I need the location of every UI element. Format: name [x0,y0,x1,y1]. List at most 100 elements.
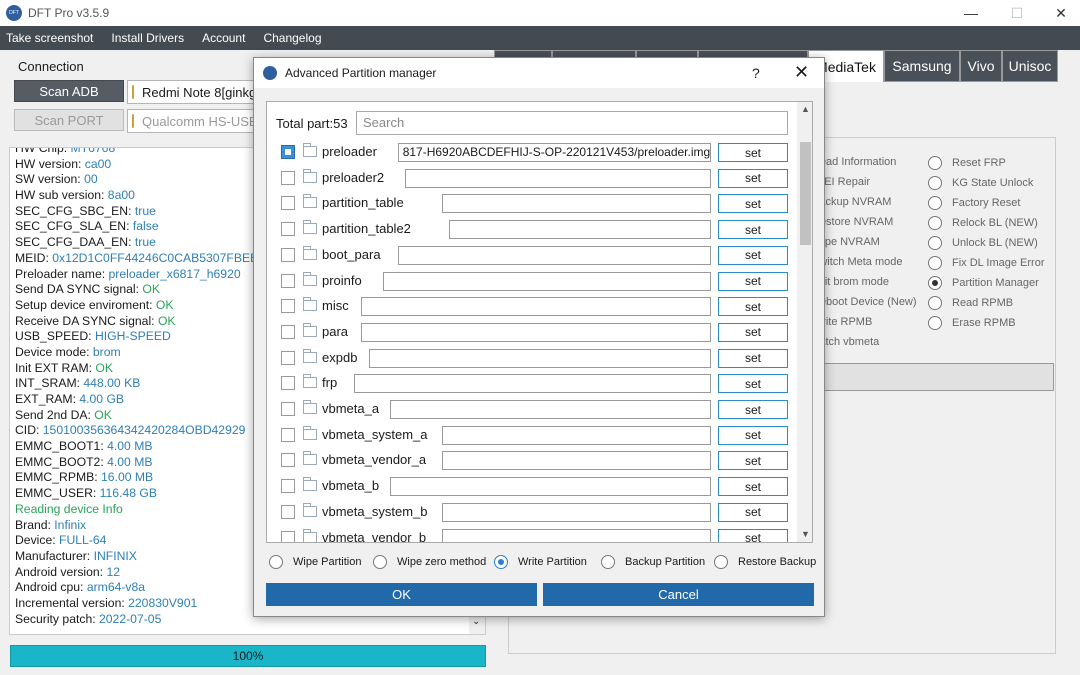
set-button[interactable]: set [718,374,788,394]
scrollbar-thumb[interactable] [800,142,811,245]
partition-path-input[interactable] [441,425,711,445]
mtk-option[interactable]: Erase RPMB [928,316,1016,330]
partition-path-input[interactable] [361,322,711,342]
scan-port-button[interactable]: Scan PORT [14,109,124,131]
mtk-option[interactable]: Relock BL (NEW) [928,216,1038,230]
mode-option[interactable]: Restore Backup [714,555,816,569]
scan-adb-button[interactable]: Scan ADB [14,80,124,102]
mode-option[interactable]: Wipe zero method [373,555,486,569]
radio-icon[interactable] [928,196,942,210]
set-button[interactable]: set [718,168,788,188]
partition-checkbox[interactable] [281,196,295,211]
radio-icon[interactable] [373,555,387,569]
set-button[interactable]: set [718,451,788,471]
partition-checkbox[interactable] [281,170,295,185]
set-button[interactable]: set [718,502,788,522]
partition-checkbox[interactable] [281,247,295,262]
partition-path-input[interactable] [441,502,711,522]
radio-icon[interactable] [928,316,942,330]
scroll-up-icon[interactable]: ▲ [801,104,810,114]
mode-option[interactable]: Backup Partition [601,555,705,569]
radio-icon[interactable] [269,555,283,569]
mtk-option[interactable]: Read RPMB [928,296,1013,310]
device-combo[interactable]: Redmi Note 8[ginkgo] [127,80,257,104]
mtk-option[interactable]: Switch Meta mode [812,256,902,268]
partition-path-input[interactable] [383,271,711,291]
partition-checkbox[interactable] [281,350,295,365]
set-button[interactable]: set [718,143,788,162]
partition-path-input[interactable] [368,348,711,368]
partition-list-scrollbar[interactable]: ▲ ▼ [797,102,812,542]
search-input[interactable]: Search [356,111,788,135]
menu-take-screenshot[interactable]: Take screenshot [6,31,93,45]
partition-path-input[interactable] [361,297,711,317]
set-button[interactable]: set [718,348,788,368]
menu-account[interactable]: Account [202,31,245,45]
radio-icon[interactable] [928,216,942,230]
partition-path-input[interactable]: 817-H6920ABCDEFHIJ-S-OP-220121V453/prelo… [397,143,711,162]
radio-icon[interactable] [928,176,942,190]
mtk-option[interactable]: Reset FRP [928,156,1006,170]
partition-path-input[interactable] [441,451,711,471]
help-icon[interactable]: ? [752,65,760,81]
partition-path-input[interactable] [390,477,711,497]
set-button[interactable]: set [718,322,788,342]
mtk-option[interactable]: Unlock BL (NEW) [928,236,1038,250]
set-button[interactable]: set [718,245,788,265]
partition-checkbox[interactable] [281,222,295,237]
radio-icon[interactable] [928,156,942,170]
set-button[interactable]: set [718,297,788,317]
partition-path-input[interactable] [353,374,711,394]
radio-icon[interactable] [494,555,508,569]
mtk-option[interactable]: Factory Reset [928,196,1020,210]
radio-icon[interactable] [714,555,728,569]
chevron-down-icon[interactable]: ⌄ [472,616,480,627]
partition-path-input[interactable] [397,245,711,265]
mtk-option[interactable]: Partition Manager [928,276,1039,290]
execute-button[interactable] [810,363,1054,391]
mode-option[interactable]: Write Partition [494,555,587,569]
set-button[interactable]: set [718,425,788,445]
tab-vivo[interactable]: Vivo [960,50,1002,82]
mtk-option[interactable]: Fix DL Image Error [928,256,1045,270]
ok-button[interactable]: OK [266,583,537,606]
set-button[interactable]: set [718,220,788,240]
partition-checkbox[interactable] [281,145,295,159]
partition-path-input[interactable] [390,400,711,419]
maximize-icon[interactable]: ☐ [994,0,1040,26]
partition-checkbox[interactable] [281,453,295,468]
dialog-close-icon[interactable]: ✕ [794,62,809,83]
partition-checkbox[interactable] [281,479,295,494]
mtk-option[interactable]: KG State Unlock [928,176,1033,190]
tab-samsung[interactable]: Samsung [884,50,960,82]
partition-checkbox[interactable] [281,402,295,416]
set-button[interactable]: set [718,194,788,214]
partition-path-input[interactable] [448,220,711,240]
partition-checkbox[interactable] [281,530,295,542]
set-button[interactable]: set [718,271,788,291]
radio-icon[interactable] [601,555,615,569]
partition-checkbox[interactable] [281,324,295,339]
radio-icon[interactable] [928,256,942,270]
set-button[interactable]: set [718,528,788,542]
radio-icon[interactable] [928,296,942,310]
partition-checkbox[interactable] [281,427,295,442]
mtk-option[interactable]: Reboot Device (New) [812,296,917,308]
radio-icon[interactable] [928,276,942,290]
partition-path-input[interactable] [441,528,711,542]
port-combo[interactable]: Qualcomm HS-USB [127,109,257,133]
scroll-down-icon[interactable]: ▼ [801,529,810,539]
partition-path-input[interactable] [441,194,711,214]
partition-path-input[interactable] [405,168,711,188]
menu-changelog[interactable]: Changelog [263,31,321,45]
partition-checkbox[interactable] [281,299,295,314]
radio-icon[interactable] [928,236,942,250]
partition-checkbox[interactable] [281,504,295,519]
mode-option[interactable]: Wipe Partition [269,555,361,569]
partition-checkbox[interactable] [281,376,295,391]
set-button[interactable]: set [718,477,788,497]
partition-checkbox[interactable] [281,273,295,288]
close-icon[interactable]: ✕ [1038,0,1080,26]
cancel-button[interactable]: Cancel [543,583,814,606]
menu-install-drivers[interactable]: Install Drivers [111,31,184,45]
